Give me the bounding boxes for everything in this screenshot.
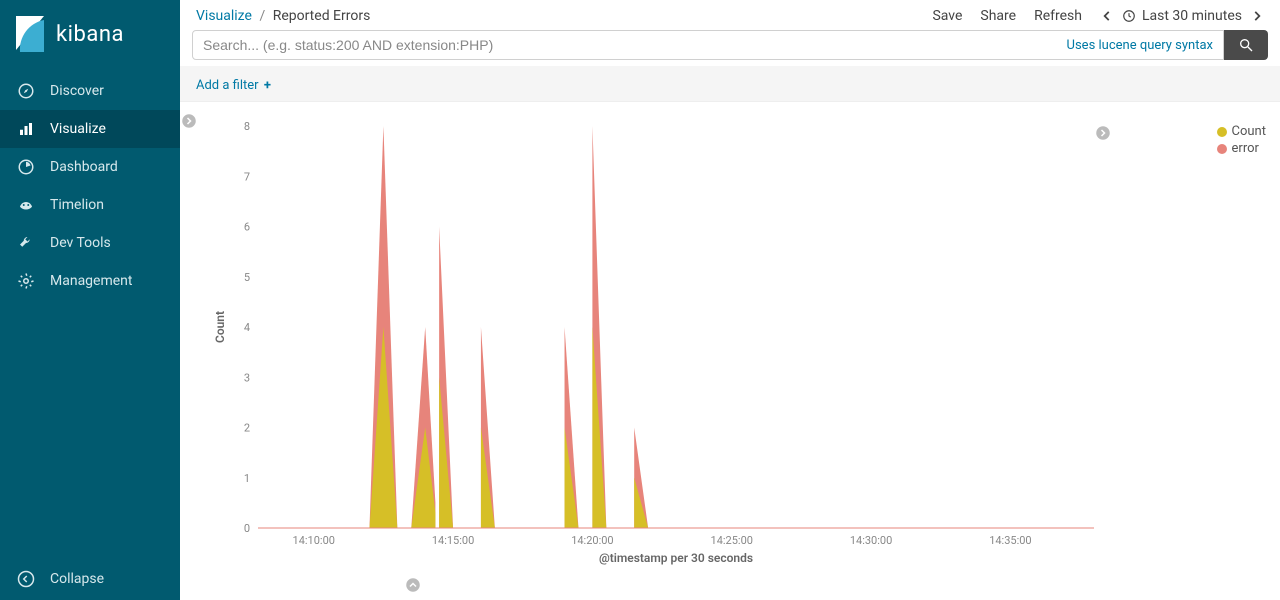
sidebar-item-dashboard-icon <box>17 158 35 176</box>
kibana-logo-icon <box>14 14 46 54</box>
sidebar-item-discover[interactable]: Discover <box>0 72 180 110</box>
svg-text:8: 8 <box>244 120 250 133</box>
svg-text:4: 4 <box>244 321 250 334</box>
filter-bar: Add a filter + <box>180 66 1280 102</box>
sidebar-item-timelion[interactable]: Timelion <box>0 186 180 224</box>
breadcrumb: Visualize / Reported Errors <box>196 8 370 24</box>
sidebar-item-management-icon <box>17 272 35 290</box>
svg-text:14:10:00: 14:10:00 <box>293 534 335 547</box>
sidebar-item-dev-tools-icon <box>17 234 35 252</box>
legend-dot <box>1217 127 1227 137</box>
topbar: Visualize / Reported Errors Save Share R… <box>180 0 1280 28</box>
legend-item-error[interactable]: error <box>1217 141 1266 156</box>
svg-text:1: 1 <box>244 472 250 485</box>
save-button[interactable]: Save <box>932 8 962 24</box>
search-icon <box>1238 37 1254 53</box>
legend: Count error <box>1217 124 1266 158</box>
svg-text:14:35:00: 14:35:00 <box>989 534 1031 547</box>
search-button[interactable] <box>1224 30 1268 60</box>
brand-name: kibana <box>56 22 124 47</box>
svg-text:5: 5 <box>244 271 250 284</box>
sidebar-nav: Discover Visualize Dashboard Timelion Dev To… <box>0 68 180 558</box>
time-range-label: Last 30 minutes <box>1142 8 1242 24</box>
clock-icon <box>1122 9 1136 23</box>
nav-label: Timelion <box>50 197 104 213</box>
legend-label: Count <box>1232 124 1266 139</box>
sidebar-item-dev-tools[interactable]: Dev Tools <box>0 224 180 262</box>
svg-text:0: 0 <box>244 522 250 535</box>
sidebar-item-dashboard[interactable]: Dashboard <box>0 148 180 186</box>
svg-text:6: 6 <box>244 221 250 234</box>
nav-label: Management <box>50 273 132 289</box>
topbar-actions: Save Share Refresh Last 30 minutes <box>932 8 1264 24</box>
collapse-icon <box>17 570 35 588</box>
chevron-right-icon <box>1250 9 1264 23</box>
svg-text:3: 3 <box>244 371 250 384</box>
chart-svg[interactable]: 0 1 2 3 4 5 6 7 8 14:10:00 14:15:00 14:20:00 14:25:0… <box>212 118 1100 568</box>
expand-spy-panel-button[interactable] <box>404 576 422 598</box>
svg-text:2: 2 <box>244 422 250 435</box>
search-row: Uses lucene query syntax <box>180 28 1280 66</box>
svg-text:Count: Count <box>213 311 227 343</box>
svg-text:@timestamp per 30 seconds: @timestamp per 30 seconds <box>599 551 753 565</box>
sidebar-collapse[interactable]: Collapse <box>0 558 180 600</box>
breadcrumb-root[interactable]: Visualize <box>196 8 252 24</box>
nav-label: Dev Tools <box>50 235 111 251</box>
time-prev-button[interactable] <box>1100 9 1114 23</box>
breadcrumb-sep: / <box>259 8 265 24</box>
viz-area: 0 1 2 3 4 5 6 7 8 14:10:00 14:15:00 14:20:00 14:25:0… <box>180 102 1280 600</box>
search-input[interactable] <box>203 37 1057 53</box>
chart-container: 0 1 2 3 4 5 6 7 8 14:10:00 14:15:00 14:20:00 14:25:0… <box>212 118 1100 568</box>
breadcrumb-leaf: Reported Errors <box>273 8 371 24</box>
nav-label: Discover <box>50 83 104 99</box>
brand-logo[interactable]: kibana <box>0 0 180 68</box>
expand-sidepanel-button[interactable] <box>180 112 198 134</box>
collapse-label: Collapse <box>50 571 104 587</box>
svg-text:14:25:00: 14:25:00 <box>711 534 753 547</box>
sidebar-item-visualize-icon <box>17 120 35 138</box>
sidebar-item-management[interactable]: Management <box>0 262 180 300</box>
lucene-syntax-link[interactable]: Uses lucene query syntax <box>1067 38 1213 53</box>
legend-item-count[interactable]: Count <box>1217 124 1266 139</box>
legend-label: error <box>1232 141 1259 156</box>
sidebar: kibana Discover Visualize Dashboard Timelio… <box>0 0 180 600</box>
svg-text:14:20:00: 14:20:00 <box>571 534 613 547</box>
share-button[interactable]: Share <box>980 8 1016 24</box>
chevron-left-icon <box>1100 9 1114 23</box>
time-next-button[interactable] <box>1250 9 1264 23</box>
chevron-circle-right-icon <box>180 112 198 130</box>
search-box: Uses lucene query syntax <box>192 30 1224 60</box>
add-filter-button[interactable]: Add a filter + <box>196 78 271 93</box>
nav-label: Dashboard <box>50 159 118 175</box>
legend-dot <box>1217 144 1227 154</box>
add-filter-label: Add a filter <box>196 78 259 93</box>
svg-text:14:15:00: 14:15:00 <box>432 534 474 547</box>
nav-label: Visualize <box>50 121 106 137</box>
sidebar-item-visualize[interactable]: Visualize <box>0 110 180 148</box>
main: Visualize / Reported Errors Save Share R… <box>180 0 1280 600</box>
sidebar-item-timelion-icon <box>17 196 35 214</box>
chevron-circle-up-icon <box>404 576 422 594</box>
refresh-button[interactable]: Refresh <box>1034 8 1082 24</box>
svg-text:14:30:00: 14:30:00 <box>850 534 892 547</box>
sidebar-item-discover-icon <box>17 82 35 100</box>
time-range-button[interactable]: Last 30 minutes <box>1122 8 1242 24</box>
svg-text:7: 7 <box>244 170 250 183</box>
plus-icon: + <box>264 78 271 93</box>
